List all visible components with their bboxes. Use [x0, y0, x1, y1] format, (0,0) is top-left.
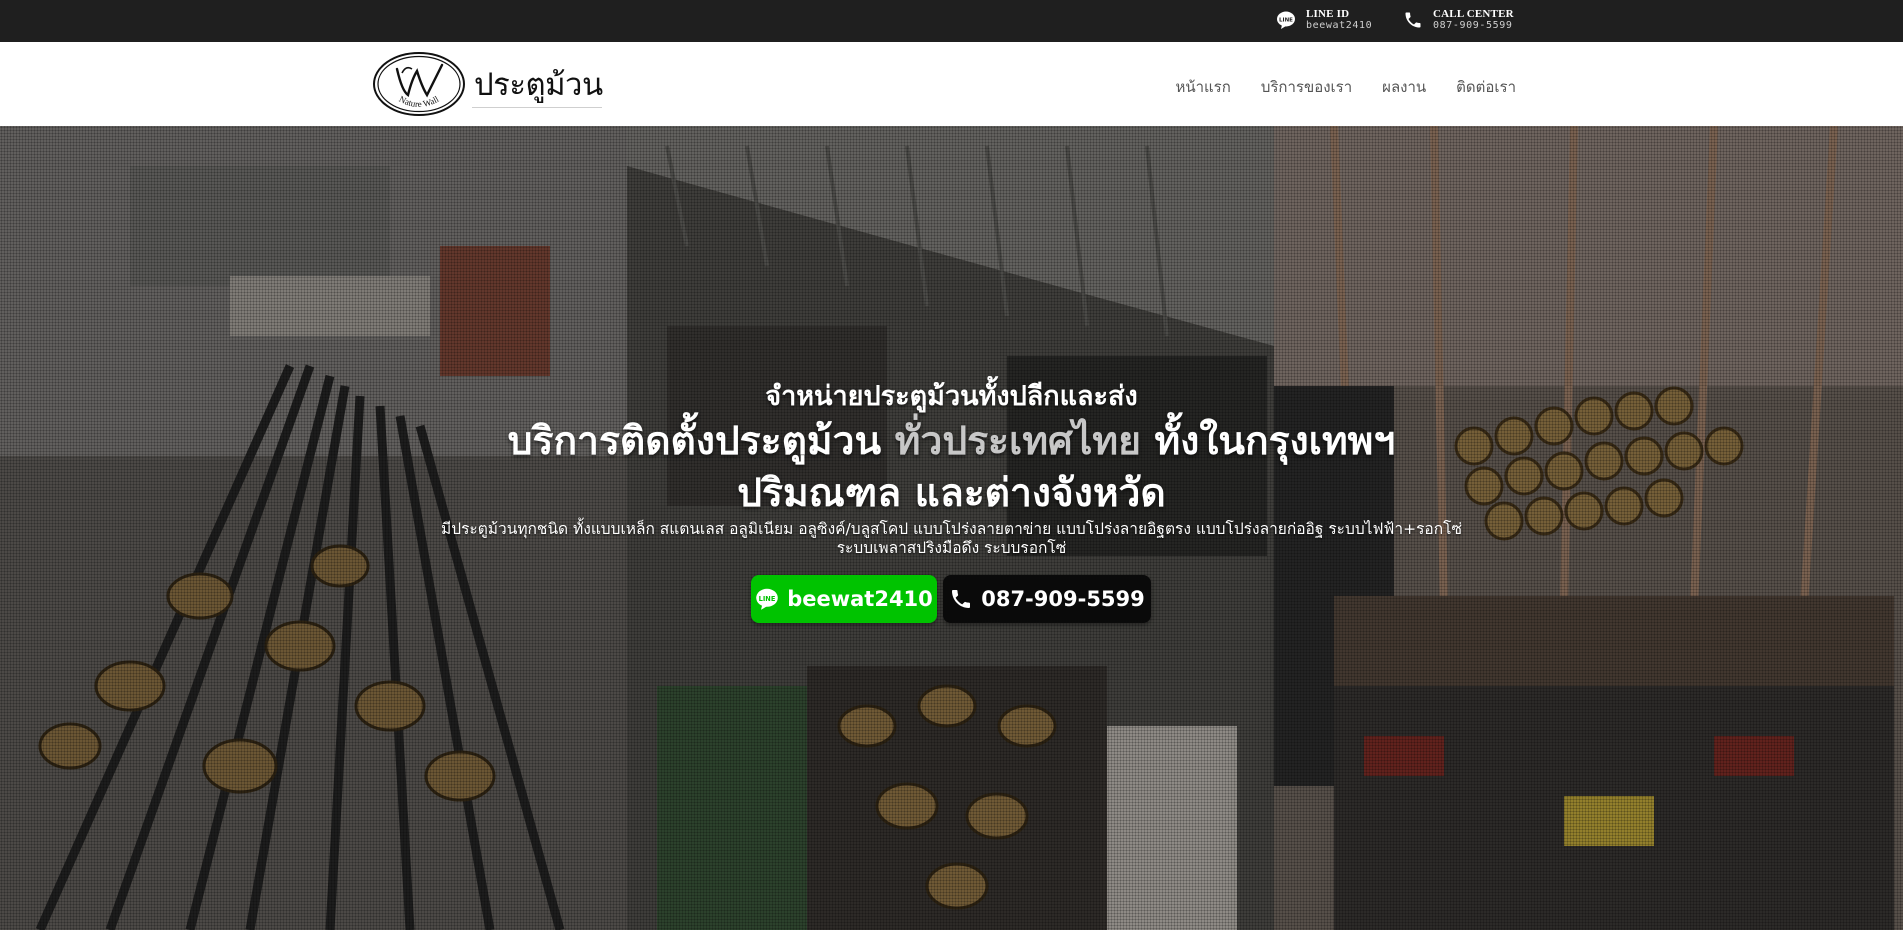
hero-title: บริการติดตั้งประตูม้วน ทั่วประเทศไทย ทั้…: [0, 416, 1903, 520]
logo-text: ประตูม้วน: [474, 67, 603, 103]
top-bar: LINE LINE ID beewat2410 CALL CENTER 087-…: [0, 0, 1903, 42]
line-icon: LINE: [755, 587, 779, 611]
main-nav: หน้าแรก บริการของเรา ผลงาน ติดต่อเรา: [1175, 75, 1516, 99]
site-header: Nature Wall ประตูม้วน หน้าแรก บริการของเ…: [0, 42, 1903, 126]
nav-item-home[interactable]: หน้าแรก: [1175, 75, 1230, 99]
nav-item-portfolio[interactable]: ผลงาน: [1382, 75, 1426, 99]
hero-title-part1: บริการติดตั้งประตูม้วน: [507, 419, 895, 464]
logo-underline: [472, 107, 602, 108]
topbar-call-value: 087-909-5599: [1433, 20, 1513, 31]
hero-title-highlight: ทั่วประเทศไทย: [894, 419, 1141, 464]
nav-item-contact[interactable]: ติดต่อเรา: [1456, 75, 1516, 99]
nav-item-services[interactable]: บริการของเรา: [1261, 75, 1352, 99]
logo[interactable]: Nature Wall ประตูม้วน: [372, 51, 603, 117]
nature-wall-emblem: Nature Wall: [373, 52, 465, 116]
phone-icon: [949, 587, 973, 611]
hero-title-part2: ทั้งในกรุงเทพฯ: [1140, 419, 1396, 464]
call-button-label: 087-909-5599: [981, 587, 1145, 611]
topbar-call-label: CALL CENTER: [1433, 8, 1514, 20]
hero-title-line2: ปริมณฑล และต่างจังหวัด: [737, 471, 1166, 516]
topbar-line-label: LINE ID: [1306, 8, 1350, 20]
call-button[interactable]: 087-909-5599: [943, 575, 1151, 623]
hero-subtitle: จำหน่ายประตูม้วนทั้งปลีกและส่ง: [765, 381, 1138, 412]
line-button-label: beewat2410: [787, 587, 933, 611]
topbar-call-contact[interactable]: CALL CENTER 087-909-5599: [1403, 9, 1514, 31]
hero-section: จำหน่ายประตูม้วนทั้งปลีกและส่ง บริการติด…: [0, 126, 1903, 930]
svg-text:LINE: LINE: [1279, 18, 1293, 24]
hero-description: มีประตูม้วนทุกชนิด ทั้งแบบเหล็ก สแตนเลส …: [441, 520, 1462, 557]
topbar-line-contact[interactable]: LINE LINE ID beewat2410: [1276, 9, 1372, 31]
phone-icon: [1403, 10, 1423, 30]
line-button[interactable]: LINE beewat2410: [751, 575, 937, 623]
line-icon: LINE: [1276, 10, 1296, 30]
svg-text:LINE: LINE: [759, 595, 776, 603]
topbar-line-value: beewat2410: [1306, 20, 1373, 31]
